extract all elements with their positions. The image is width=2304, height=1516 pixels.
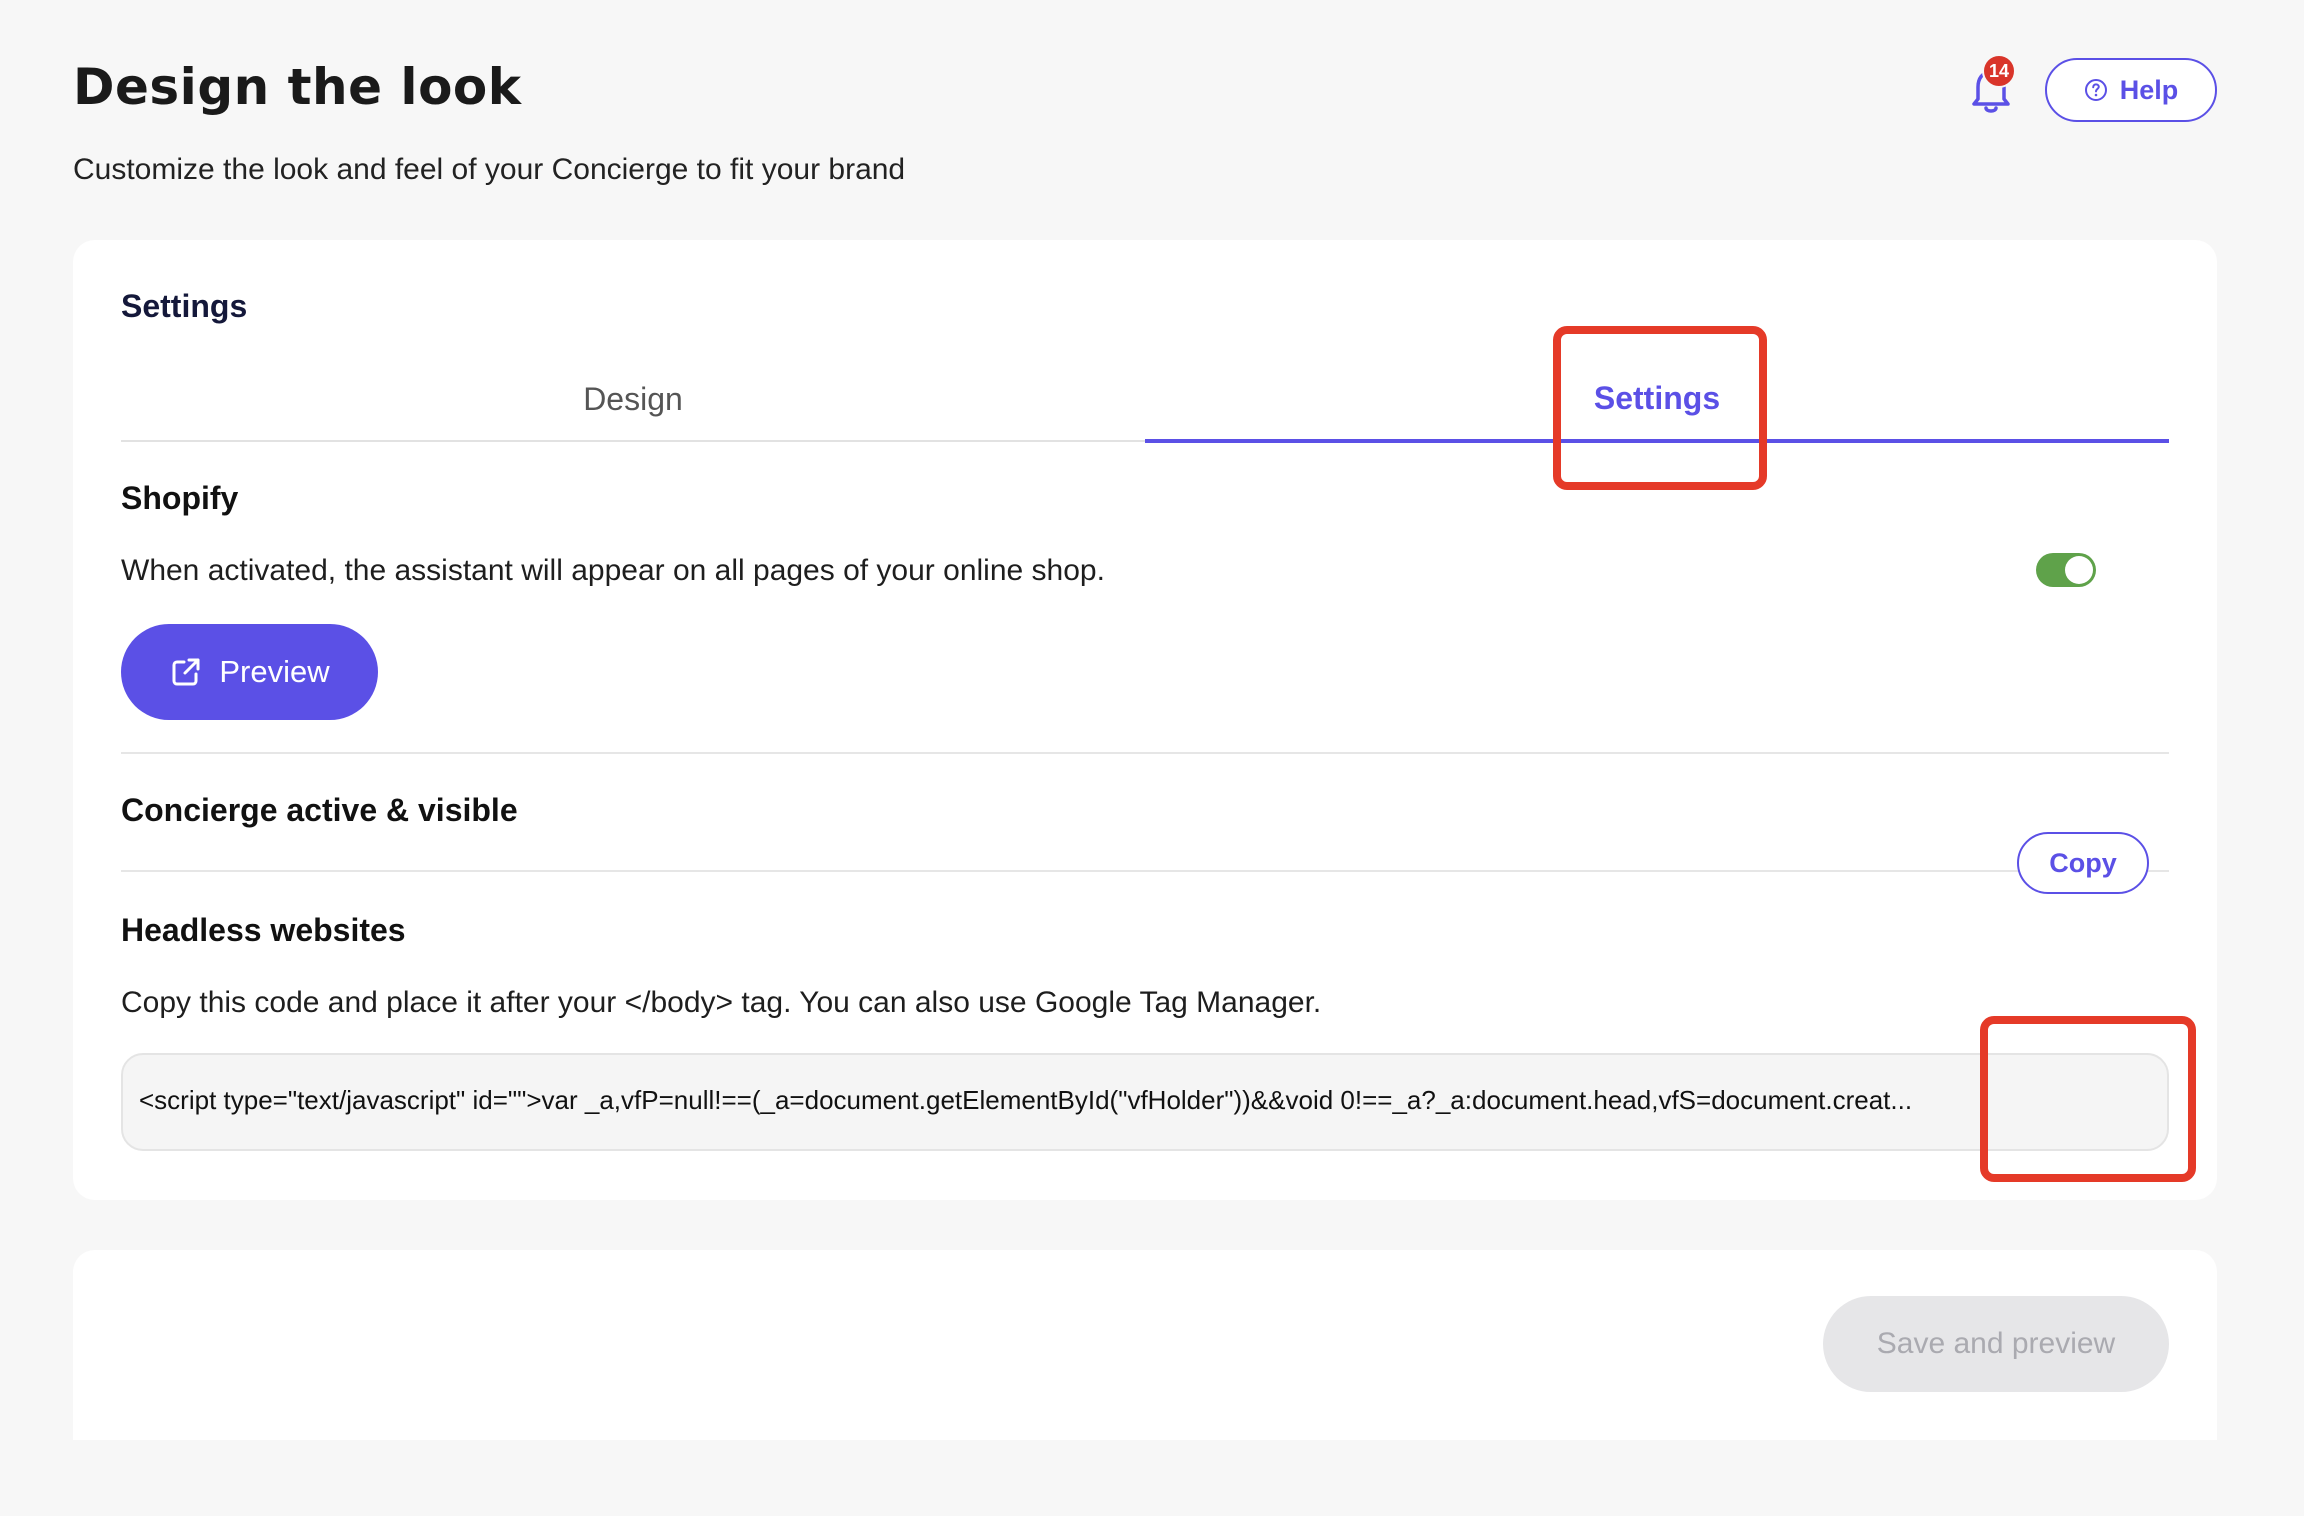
- help-label: Help: [2119, 74, 2179, 105]
- help-button[interactable]: Help: [2045, 58, 2217, 122]
- preview-label: Preview: [219, 654, 330, 689]
- code-snippet: <script type="text/javascript" id="">var…: [139, 1085, 1913, 1115]
- tab-design[interactable]: Design: [121, 358, 1145, 440]
- highlight-box-settings-tab: [1553, 326, 1767, 490]
- divider: [121, 870, 2169, 872]
- shopify-description: When activated, the assistant will appea…: [121, 554, 1105, 587]
- page-subtitle: Customize the look and feel of your Conc…: [73, 153, 906, 186]
- headless-description: Copy this code and place it after your <…: [121, 986, 1322, 1019]
- external-link-icon: [172, 658, 200, 686]
- concierge-label: Concierge active & visible: [121, 792, 518, 828]
- save-and-preview-button[interactable]: Save and preview: [1823, 1296, 2169, 1392]
- copy-button[interactable]: Copy: [2017, 832, 2149, 894]
- divider: [121, 752, 2169, 754]
- concierge-visible-toggle[interactable]: [2036, 553, 2096, 587]
- toggle-knob: [2065, 556, 2093, 584]
- page-title: Design the look: [73, 58, 522, 116]
- preview-button[interactable]: Preview: [121, 624, 378, 720]
- notification-badge: 14: [1982, 54, 2016, 88]
- code-snippet-box: <script type="text/javascript" id="">var…: [121, 1053, 2169, 1151]
- question-circle-icon: [2084, 79, 2107, 101]
- settings-card: Settings Design Settings Shopify When ac…: [73, 240, 2217, 1200]
- shopify-heading: Shopify: [121, 480, 239, 516]
- tab-bar: Design Settings: [121, 358, 2169, 443]
- card-title: Settings: [121, 288, 248, 324]
- highlight-box-copy-button: [1980, 1016, 2196, 1182]
- headless-heading: Headless websites: [121, 912, 406, 948]
